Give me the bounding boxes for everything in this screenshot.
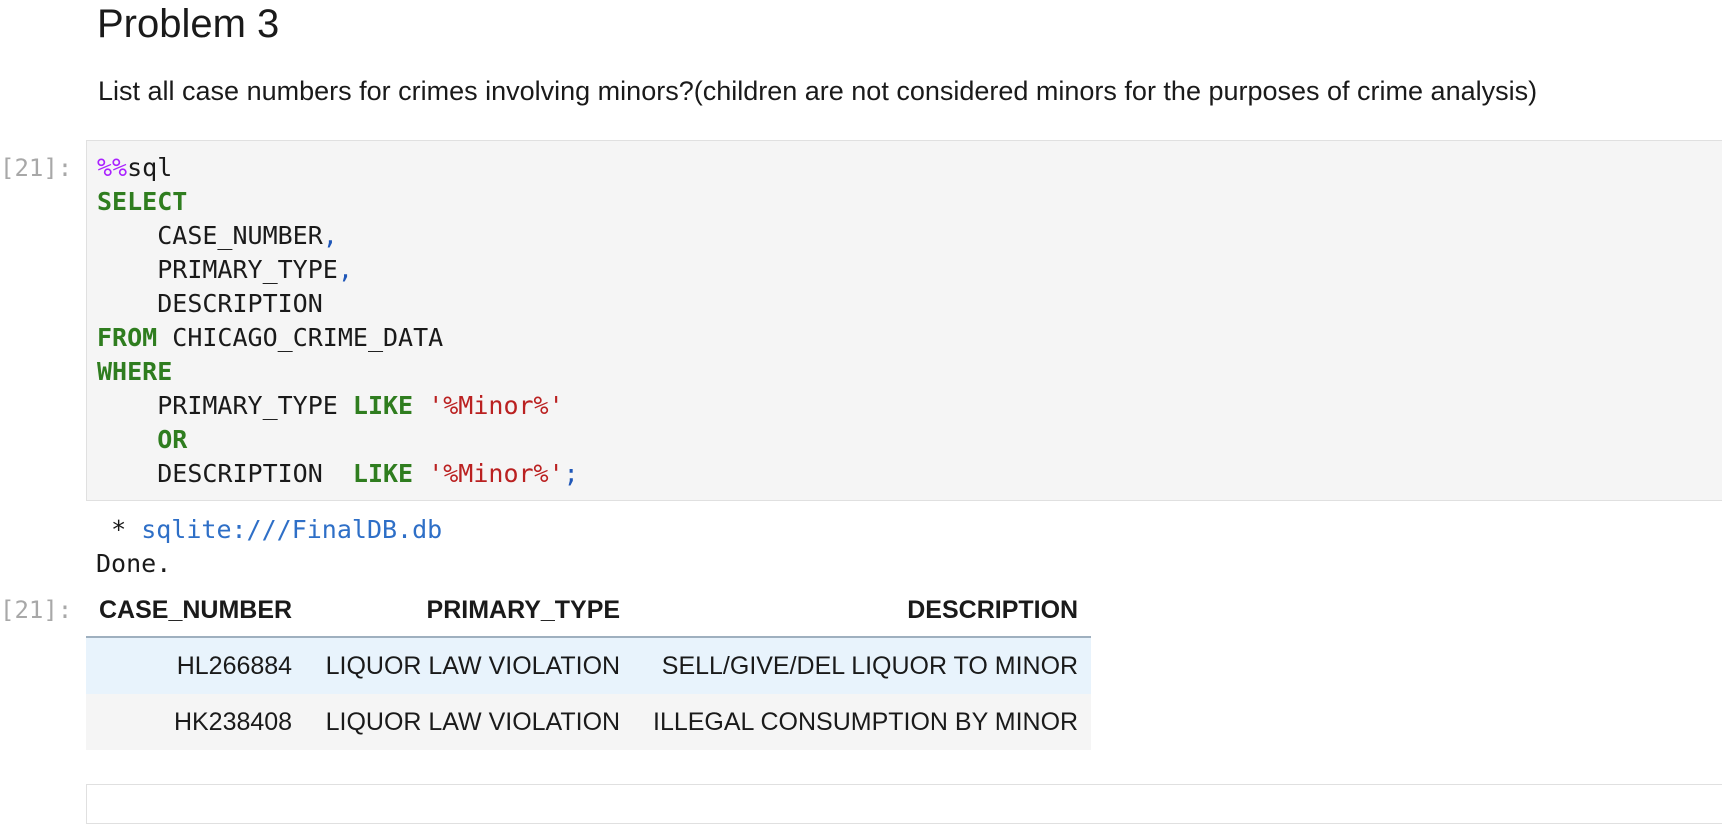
table-cell: LIQUOR LAW VIOLATION [305, 637, 634, 694]
comma: , [322, 221, 338, 250]
table-cell: ILLEGAL CONSUMPTION BY MINOR [633, 694, 1092, 750]
next-code-cell[interactable] [86, 784, 1722, 824]
like-keyword: LIKE [352, 391, 414, 420]
magic-prefix: %% [97, 153, 128, 182]
table-name: CHICAGO_CRIME_DATA [172, 323, 444, 352]
output-prompt: [21]: [0, 596, 73, 624]
table-row: HL266884 LIQUOR LAW VIOLATION SELL/GIVE/… [86, 637, 1092, 694]
markdown-heading: Problem 3 [97, 2, 280, 46]
markdown-question: List all case numbers for crimes involvi… [98, 76, 1538, 106]
or-keyword: OR [157, 425, 188, 454]
condition-column-description: DESCRIPTION [157, 459, 323, 488]
table-cell: SELL/GIVE/DEL LIQUOR TO MINOR [633, 637, 1092, 694]
code-cell-editor[interactable]: %%sql SELECT CASE_NUMBER, PRIMARY_TYPE, … [86, 140, 1722, 501]
code-text[interactable]: %%sql SELECT CASE_NUMBER, PRIMARY_TYPE, … [97, 151, 579, 491]
like-pattern: '%Minor%' [428, 459, 564, 488]
select-keyword: SELECT [97, 187, 188, 216]
input-prompt: [21]: [0, 154, 73, 182]
condition-column-primary-type: PRIMARY_TYPE [157, 391, 338, 420]
select-column-description: DESCRIPTION [157, 289, 323, 318]
output-bullet: * [111, 515, 127, 544]
select-column-primary-type: PRIMARY_TYPE [157, 255, 338, 284]
from-keyword: FROM [97, 323, 158, 352]
table-row: HK238408 LIQUOR LAW VIOLATION ILLEGAL CO… [86, 694, 1092, 750]
like-pattern: '%Minor%' [428, 391, 564, 420]
where-keyword: WHERE [97, 357, 173, 386]
cell-stdout: * sqlite:///FinalDB.db Done. [96, 513, 442, 581]
table-cell: LIQUOR LAW VIOLATION [305, 694, 634, 750]
select-column-case-number: CASE_NUMBER [157, 221, 323, 250]
semicolon: ; [563, 459, 579, 488]
comma: , [337, 255, 353, 284]
column-header: DESCRIPTION [633, 585, 1092, 638]
like-keyword: LIKE [352, 459, 414, 488]
table-cell: HL266884 [86, 637, 306, 694]
magic-name: sql [127, 153, 173, 182]
result-table: CASE_NUMBER PRIMARY_TYPE DESCRIPTION HL2… [86, 585, 1092, 750]
connection-link[interactable]: sqlite:///FinalDB.db [141, 515, 442, 544]
column-header: PRIMARY_TYPE [305, 585, 634, 638]
table-cell: HK238408 [86, 694, 306, 750]
table-header-row: CASE_NUMBER PRIMARY_TYPE DESCRIPTION [86, 585, 1092, 638]
column-header: CASE_NUMBER [86, 585, 306, 638]
output-status: Done. [96, 549, 172, 578]
